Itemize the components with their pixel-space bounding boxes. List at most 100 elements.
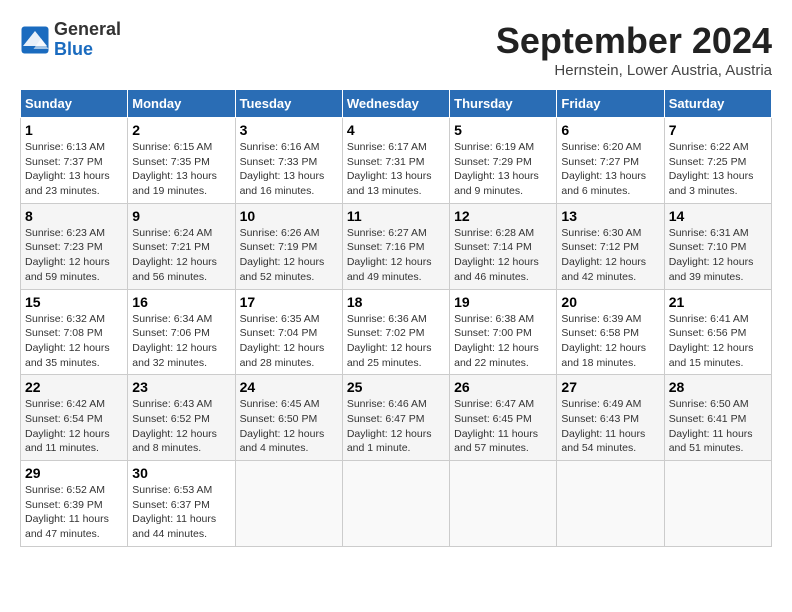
day-number: 4 [347,122,445,138]
day-number: 17 [240,294,338,310]
day-number: 6 [561,122,659,138]
day-info: Sunrise: 6:22 AMSunset: 7:25 PMDaylight:… [669,140,767,199]
day-info: Sunrise: 6:32 AMSunset: 7:08 PMDaylight:… [25,312,123,371]
day-info: Sunrise: 6:53 AMSunset: 6:37 PMDaylight:… [132,483,230,542]
day-number: 25 [347,379,445,395]
day-info: Sunrise: 6:15 AMSunset: 7:35 PMDaylight:… [132,140,230,199]
day-number: 5 [454,122,552,138]
calendar-cell: 5 Sunrise: 6:19 AMSunset: 7:29 PMDaylight… [450,118,557,204]
day-info: Sunrise: 6:39 AMSunset: 6:58 PMDaylight:… [561,312,659,371]
day-number: 3 [240,122,338,138]
day-info: Sunrise: 6:35 AMSunset: 7:04 PMDaylight:… [240,312,338,371]
day-number: 2 [132,122,230,138]
day-number: 7 [669,122,767,138]
calendar-cell [664,461,771,547]
day-info: Sunrise: 6:52 AMSunset: 6:39 PMDaylight:… [25,483,123,542]
calendar-header-row: SundayMondayTuesdayWednesdayThursdayFrid… [21,90,772,118]
day-info: Sunrise: 6:17 AMSunset: 7:31 PMDaylight:… [347,140,445,199]
calendar-week-3: 15 Sunrise: 6:32 AMSunset: 7:08 PMDayligh… [21,289,772,375]
calendar-cell: 13 Sunrise: 6:30 AMSunset: 7:12 PMDayligh… [557,203,664,289]
day-number: 1 [25,122,123,138]
calendar-cell: 12Sunrise: 6:28 AMSunset: 7:14 PMDayligh… [450,203,557,289]
day-number: 15 [25,294,123,310]
day-info: Sunrise: 6:34 AMSunset: 7:06 PMDaylight:… [132,312,230,371]
calendar-cell: 1 Sunrise: 6:13 AMSunset: 7:37 PMDaylight… [21,118,128,204]
day-of-week-friday: Friday [557,90,664,118]
calendar-cell: 18 Sunrise: 6:36 AMSunset: 7:02 PMDayligh… [342,289,449,375]
calendar-cell: 7 Sunrise: 6:22 AMSunset: 7:25 PMDaylight… [664,118,771,204]
day-info: Sunrise: 6:24 AMSunset: 7:21 PMDaylight:… [132,226,230,285]
calendar-cell: 26 Sunrise: 6:47 AMSunset: 6:45 PMDayligh… [450,375,557,461]
day-info: Sunrise: 6:38 AMSunset: 7:00 PMDaylight:… [454,312,552,371]
day-number: 9 [132,208,230,224]
calendar-cell [235,461,342,547]
day-info: Sunrise: 6:41 AMSunset: 6:56 PMDaylight:… [669,312,767,371]
calendar-cell: 20Sunrise: 6:39 AMSunset: 6:58 PMDayligh… [557,289,664,375]
title-block: September 2024 Hernstein, Lower Austria,… [496,20,772,79]
day-of-week-tuesday: Tuesday [235,90,342,118]
day-number: 12 [454,208,552,224]
calendar-cell: 19Sunrise: 6:38 AMSunset: 7:00 PMDayligh… [450,289,557,375]
calendar-cell: 30 Sunrise: 6:53 AMSunset: 6:37 PMDayligh… [128,461,235,547]
day-of-week-thursday: Thursday [450,90,557,118]
calendar-cell: 15 Sunrise: 6:32 AMSunset: 7:08 PMDayligh… [21,289,128,375]
calendar-week-2: 8Sunrise: 6:23 AMSunset: 7:23 PMDaylight… [21,203,772,289]
day-of-week-saturday: Saturday [664,90,771,118]
day-number: 22 [25,379,123,395]
day-of-week-wednesday: Wednesday [342,90,449,118]
day-number: 23 [132,379,230,395]
calendar-cell: 23 Sunrise: 6:43 AMSunset: 6:52 PMDayligh… [128,375,235,461]
day-info: Sunrise: 6:13 AMSunset: 7:37 PMDaylight:… [25,140,123,199]
day-info: Sunrise: 6:47 AMSunset: 6:45 PMDaylight:… [454,397,552,456]
day-number: 21 [669,294,767,310]
day-number: 18 [347,294,445,310]
day-info: Sunrise: 6:45 AMSunset: 6:50 PMDaylight:… [240,397,338,456]
calendar-cell: 8Sunrise: 6:23 AMSunset: 7:23 PMDaylight… [21,203,128,289]
calendar-cell: 27 Sunrise: 6:49 AMSunset: 6:43 PMDayligh… [557,375,664,461]
day-info: Sunrise: 6:49 AMSunset: 6:43 PMDaylight:… [561,397,659,456]
day-info: Sunrise: 6:43 AMSunset: 6:52 PMDaylight:… [132,397,230,456]
calendar-cell [342,461,449,547]
day-of-week-sunday: Sunday [21,90,128,118]
calendar-cell: 29 Sunrise: 6:52 AMSunset: 6:39 PMDayligh… [21,461,128,547]
calendar-week-5: 29 Sunrise: 6:52 AMSunset: 6:39 PMDayligh… [21,461,772,547]
calendar-week-1: 1 Sunrise: 6:13 AMSunset: 7:37 PMDaylight… [21,118,772,204]
day-number: 27 [561,379,659,395]
day-info: Sunrise: 6:16 AMSunset: 7:33 PMDaylight:… [240,140,338,199]
calendar-cell: 16 Sunrise: 6:34 AMSunset: 7:06 PMDayligh… [128,289,235,375]
month-title: September 2024 [496,20,772,62]
calendar-cell: 4 Sunrise: 6:17 AMSunset: 7:31 PMDaylight… [342,118,449,204]
day-of-week-monday: Monday [128,90,235,118]
day-info: Sunrise: 6:36 AMSunset: 7:02 PMDaylight:… [347,312,445,371]
day-number: 14 [669,208,767,224]
day-number: 28 [669,379,767,395]
day-number: 24 [240,379,338,395]
day-number: 16 [132,294,230,310]
calendar-cell: 28Sunrise: 6:50 AMSunset: 6:41 PMDayligh… [664,375,771,461]
day-number: 13 [561,208,659,224]
day-info: Sunrise: 6:30 AMSunset: 7:12 PMDaylight:… [561,226,659,285]
calendar-cell: 21 Sunrise: 6:41 AMSunset: 6:56 PMDayligh… [664,289,771,375]
day-number: 29 [25,465,123,481]
calendar-cell: 22Sunrise: 6:42 AMSunset: 6:54 PMDayligh… [21,375,128,461]
calendar-cell: 2 Sunrise: 6:15 AMSunset: 7:35 PMDaylight… [128,118,235,204]
calendar-cell: 24 Sunrise: 6:45 AMSunset: 6:50 PMDayligh… [235,375,342,461]
calendar-week-4: 22Sunrise: 6:42 AMSunset: 6:54 PMDayligh… [21,375,772,461]
day-number: 10 [240,208,338,224]
day-number: 8 [25,208,123,224]
day-number: 30 [132,465,230,481]
day-info: Sunrise: 6:19 AMSunset: 7:29 PMDaylight:… [454,140,552,199]
logo-icon [20,25,50,55]
day-info: Sunrise: 6:46 AMSunset: 6:47 PMDaylight:… [347,397,445,456]
day-number: 11 [347,208,445,224]
calendar-cell: 14 Sunrise: 6:31 AMSunset: 7:10 PMDayligh… [664,203,771,289]
day-number: 26 [454,379,552,395]
logo-general: General [54,19,121,39]
day-info: Sunrise: 6:31 AMSunset: 7:10 PMDaylight:… [669,226,767,285]
day-info: Sunrise: 6:27 AMSunset: 7:16 PMDaylight:… [347,226,445,285]
location: Hernstein, Lower Austria, Austria [496,62,772,79]
calendar-cell: 17 Sunrise: 6:35 AMSunset: 7:04 PMDayligh… [235,289,342,375]
calendar-table: SundayMondayTuesdayWednesdayThursdayFrid… [20,89,772,547]
calendar-cell: 11 Sunrise: 6:27 AMSunset: 7:16 PMDayligh… [342,203,449,289]
calendar-cell: 3 Sunrise: 6:16 AMSunset: 7:33 PMDaylight… [235,118,342,204]
